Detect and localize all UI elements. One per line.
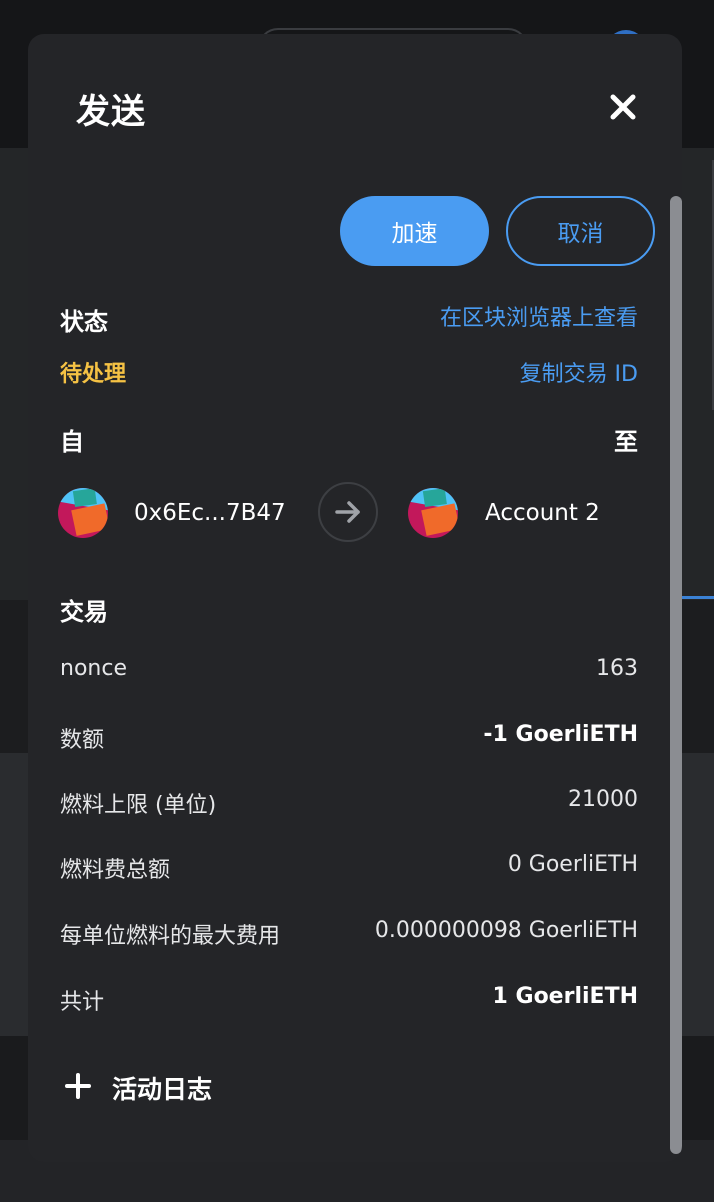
- cancel-button[interactable]: 取消: [506, 196, 655, 266]
- to-label: 至: [614, 428, 638, 456]
- from-label: 自: [60, 428, 84, 456]
- plus-icon: [64, 1072, 92, 1104]
- status-badge: 待处理: [60, 362, 127, 387]
- amount-label: 数额: [60, 728, 105, 753]
- max-fee-per-gas-label: 每单位燃料的最大费用: [60, 924, 281, 949]
- modal-title: 发送: [76, 92, 146, 132]
- transaction-details-modal: 发送 加速 取消 状态 在区块浏览器上查看 待处理 复制交易 ID 自 至 0x…: [28, 34, 682, 1162]
- max-fee-per-gas-value: 0.000000098 GoerliETH: [374, 918, 638, 943]
- from-address[interactable]: 0x6Ec...7B47: [134, 500, 286, 526]
- gas-limit-label: 燃料上限 (单位): [60, 793, 217, 818]
- total-gas-fee-value: 0 GoerliETH: [507, 852, 638, 877]
- total-gas-fee-label: 燃料费总额: [60, 858, 171, 883]
- activity-log-label: 活动日志: [112, 1075, 213, 1104]
- nonce-value: 163: [596, 656, 638, 681]
- account-avatar-icon: [408, 488, 458, 538]
- to-account-name[interactable]: Account 2: [485, 500, 600, 526]
- scrollbar[interactable]: [670, 196, 682, 1154]
- view-on-explorer-link[interactable]: 在区块浏览器上查看: [440, 300, 638, 332]
- speed-up-button[interactable]: 加速: [340, 196, 489, 266]
- amount-value: -1 GoerliETH: [483, 722, 638, 747]
- gas-limit-value: 21000: [568, 787, 638, 812]
- status-label: 状态: [60, 308, 108, 336]
- nonce-label: nonce: [60, 656, 127, 681]
- account-avatar-icon: [58, 488, 108, 538]
- copy-tx-id-link[interactable]: 复制交易 ID: [520, 356, 638, 388]
- total-label: 共计: [60, 990, 105, 1015]
- total-value: 1 GoerliETH: [492, 984, 638, 1009]
- activity-log-toggle[interactable]: 活动日志: [64, 1070, 212, 1106]
- background-tab-indicator: [680, 596, 714, 599]
- arrow-right-icon: [318, 482, 378, 542]
- close-icon[interactable]: [606, 90, 640, 124]
- transaction-heading: 交易: [60, 598, 108, 626]
